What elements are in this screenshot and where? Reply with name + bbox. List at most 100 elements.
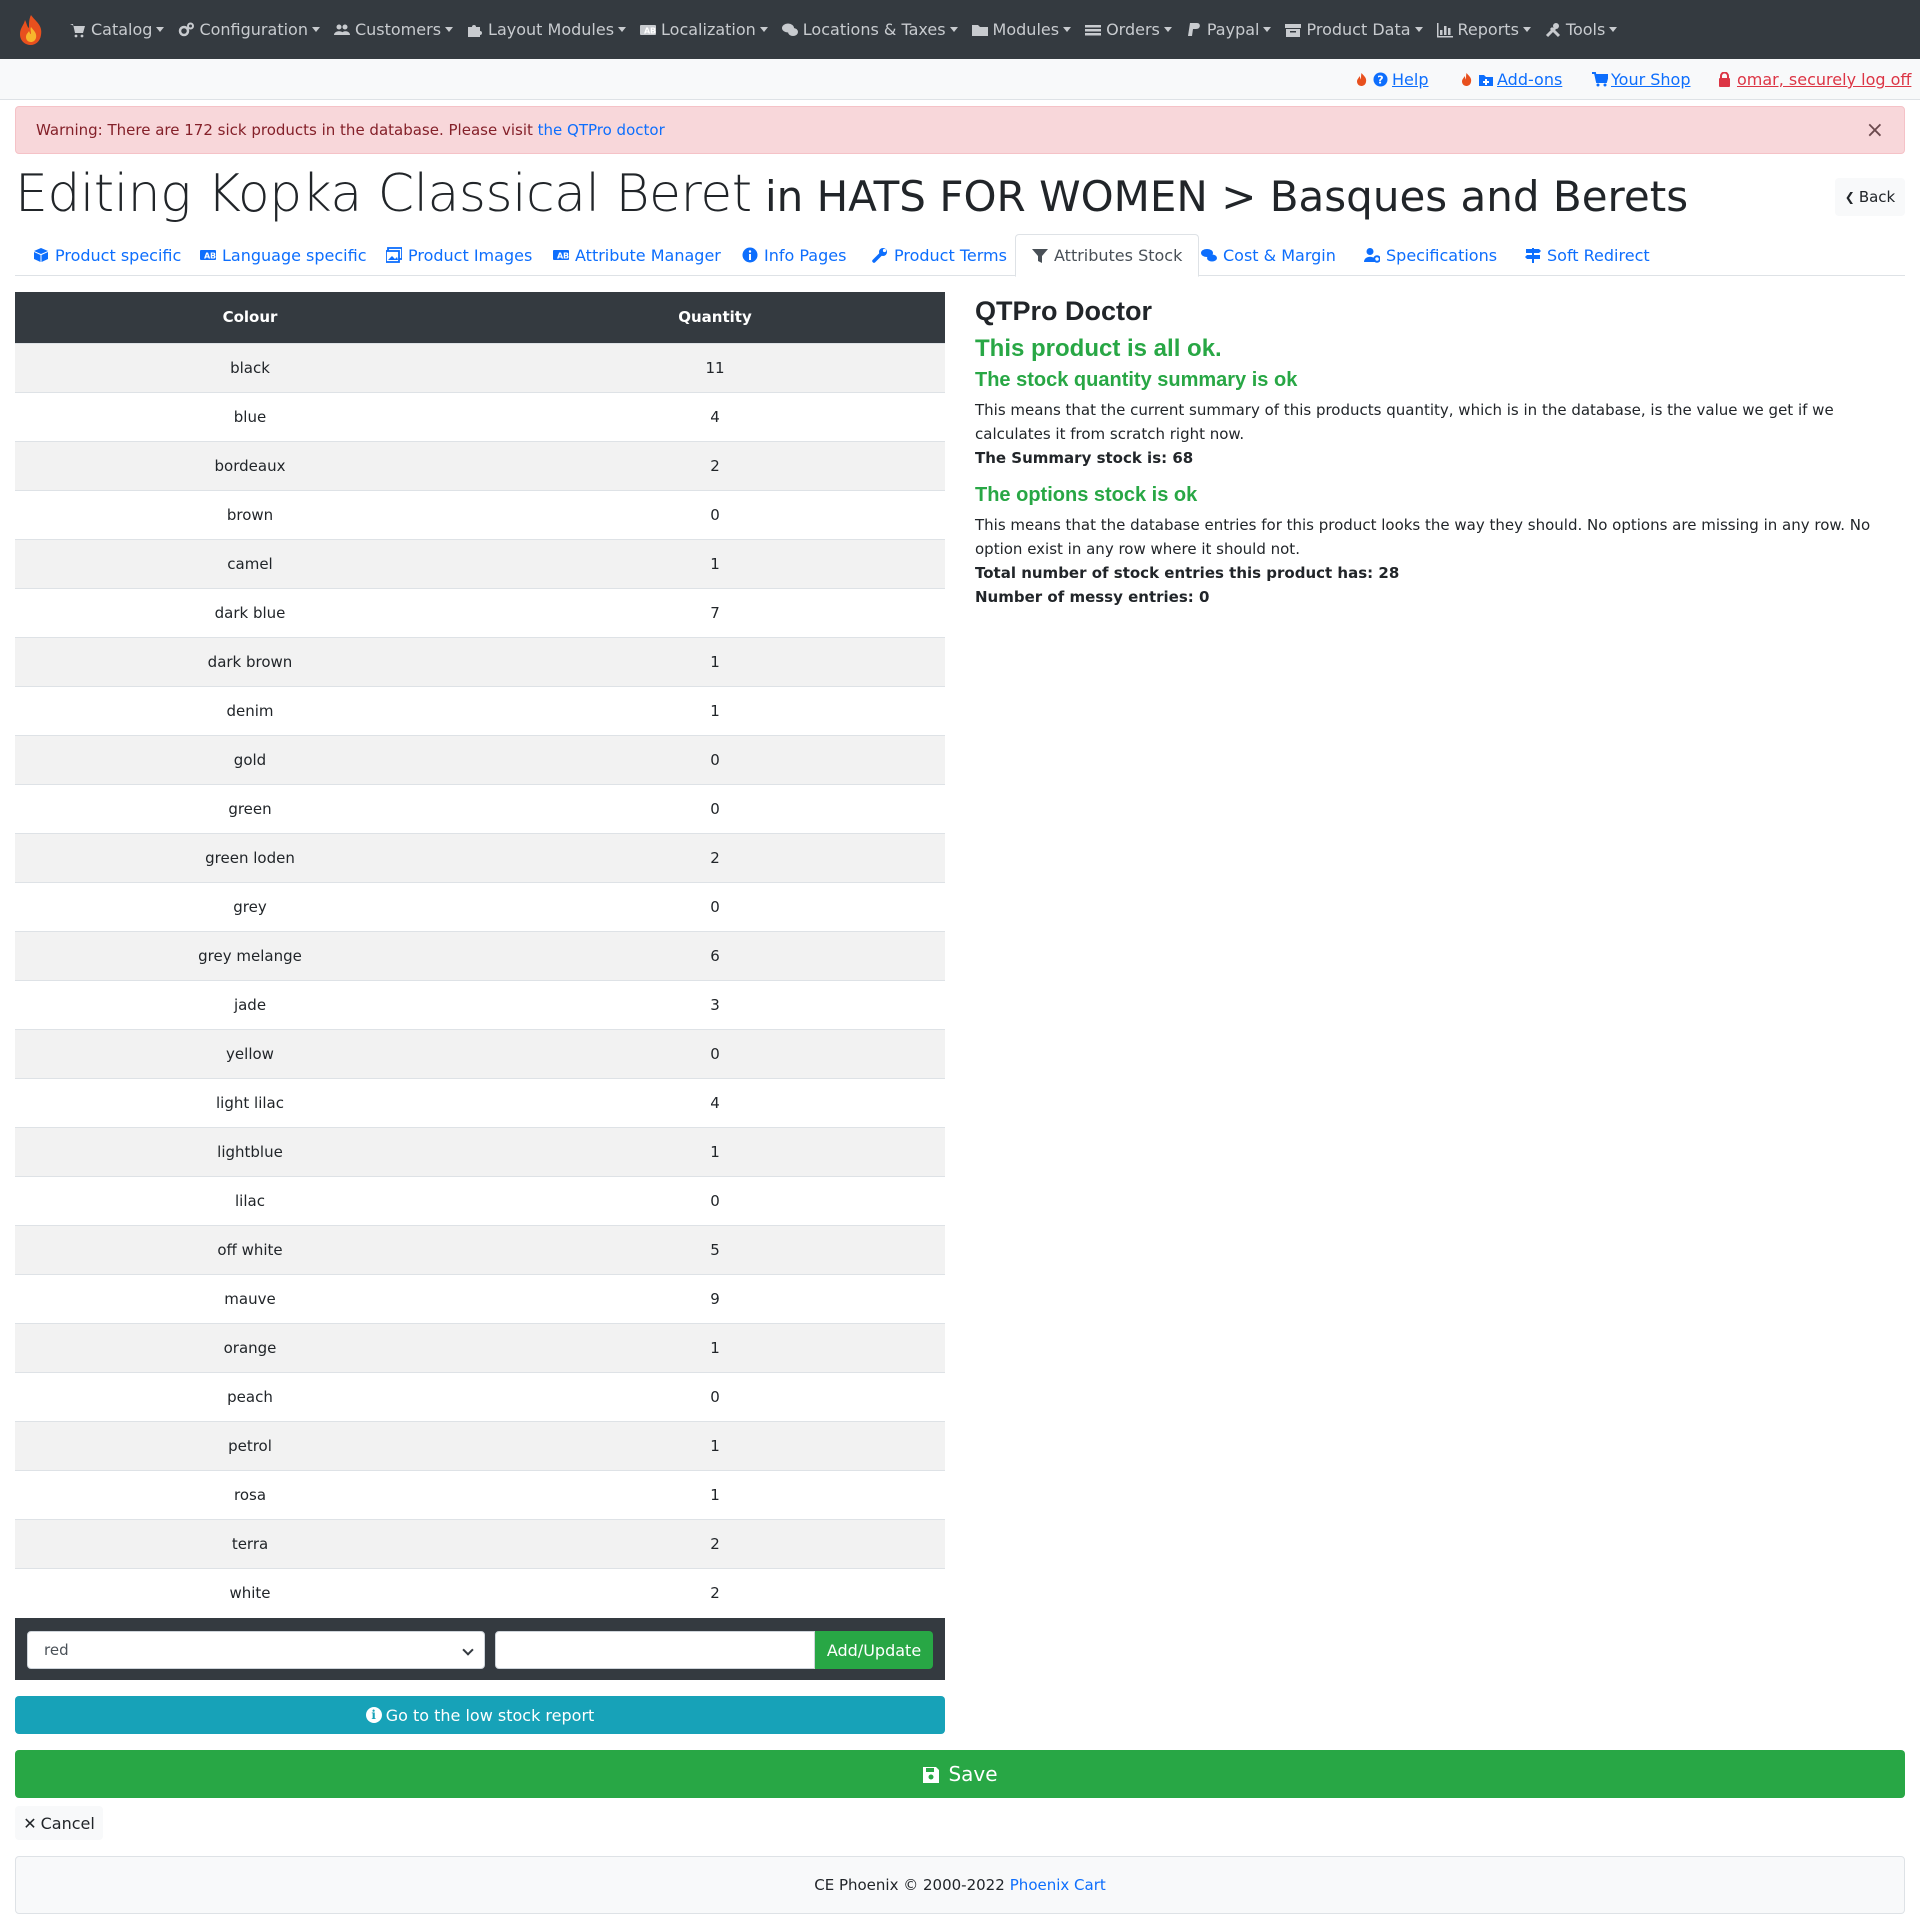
nav-item-modules[interactable]: Modules xyxy=(971,20,1072,39)
qtpro-doctor-link[interactable]: the QTPro doctor xyxy=(538,121,665,139)
tab-attribute-manager[interactable]: A B Attribute Manager xyxy=(553,234,721,276)
options-heading: The options stock is ok xyxy=(975,484,1198,506)
caret-down-icon xyxy=(1609,27,1618,32)
info-icon xyxy=(742,247,758,263)
nav-item-product-data[interactable]: Product Data xyxy=(1285,20,1423,39)
add-update-button[interactable]: Add/Update xyxy=(815,1631,933,1669)
logoff-label: omar, securely log off xyxy=(1737,70,1912,89)
colour-cell: lightblue xyxy=(15,1126,485,1176)
nav-item-configuration[interactable]: Configuration xyxy=(178,20,320,39)
info-circle-icon: i xyxy=(365,1707,382,1723)
nav-item-locations-taxes[interactable]: Locations & Taxes xyxy=(781,20,958,39)
tab-product-images[interactable]: Product Images xyxy=(385,234,532,276)
save-label: Save xyxy=(948,1762,998,1786)
save-button[interactable]: Save xyxy=(15,1750,1905,1798)
table-row: grey melange 6 xyxy=(15,930,945,980)
colour-select-value: red xyxy=(44,1641,69,1659)
options-text: This means that the database entries for… xyxy=(975,516,1871,558)
tab-label: Info Pages xyxy=(764,245,847,265)
summary-heading: The stock quantity summary is ok xyxy=(975,369,1298,391)
add-update-form: red Add/Update xyxy=(15,1618,945,1680)
page-title-category: in HATS FOR WOMEN > Basques and Berets xyxy=(751,172,1689,221)
cancel-label: Cancel xyxy=(40,1813,95,1833)
colour-select[interactable]: red xyxy=(27,1631,485,1669)
colour-cell: light lilac xyxy=(15,1077,485,1127)
nav-item-tools[interactable]: Tools xyxy=(1545,20,1618,39)
quantity-cell: 0 xyxy=(485,783,945,833)
page-title-main: Editing Kopka Classical Beret xyxy=(15,164,752,224)
attributes-stock-table: Colour Quantity black 11 blue 4 bordeaux 2 bro… xyxy=(15,292,945,1617)
table-row: green loden 2 xyxy=(15,832,945,882)
nav-item-label: Locations & Taxes xyxy=(802,20,946,39)
tab-soft-redirect[interactable]: Soft Redirect xyxy=(1525,234,1650,276)
tab-label: Soft Redirect xyxy=(1547,245,1650,265)
caret-down-icon xyxy=(1163,27,1172,32)
list-icon xyxy=(1085,22,1102,38)
low-stock-report-button[interactable]: i Go to the low stock report xyxy=(15,1696,945,1734)
nav-item-customers[interactable]: Customers xyxy=(333,20,454,39)
quantity-cell: 2 xyxy=(485,1518,945,1568)
total-entries: Total number of stock entries this produ… xyxy=(975,564,1400,582)
caret-down-icon xyxy=(1414,27,1423,32)
logoff-link[interactable]: omar, securely log off xyxy=(1718,70,1911,89)
nav-item-layout-modules[interactable]: Layout Modules xyxy=(467,20,627,39)
nav-item-localization[interactable]: A B Localization xyxy=(640,20,768,39)
tab-language-specific[interactable]: A B Language specific xyxy=(200,234,367,276)
tab-label: Attribute Manager xyxy=(575,245,721,265)
caret-down-icon xyxy=(1063,27,1072,32)
svg-text:B: B xyxy=(210,252,216,261)
tab-specifications[interactable]: Specifications xyxy=(1364,234,1497,276)
table-row: yellow 0 xyxy=(15,1028,945,1078)
table-row: blue 4 xyxy=(15,391,945,441)
quantity-cell: 1 xyxy=(485,636,945,686)
quantity-input[interactable] xyxy=(495,1631,815,1669)
close-icon[interactable]: × xyxy=(1866,118,1884,143)
back-button[interactable]: ❮ Back xyxy=(1835,178,1905,216)
colour-cell: green loden xyxy=(15,832,485,882)
tab-cost-margin[interactable]: Cost & Margin xyxy=(1201,234,1336,276)
nav-item-label: Configuration xyxy=(199,20,308,39)
table-row: white 2 xyxy=(15,1567,945,1617)
caret-down-icon xyxy=(1522,27,1531,32)
phoenix-logo-icon[interactable] xyxy=(14,13,48,47)
your-shop-link[interactable]: Your Shop xyxy=(1592,70,1690,89)
footer-text: CE Phoenix © 2000-2022 xyxy=(814,1876,1005,1894)
colour-cell: dark blue xyxy=(15,587,485,637)
tab-label: Cost & Margin xyxy=(1223,245,1336,265)
caret-down-icon xyxy=(156,27,165,32)
quantity-cell: 0 xyxy=(485,881,945,931)
tab-attributes-stock[interactable]: Attributes Stock xyxy=(1015,234,1200,277)
table-row: jade 3 xyxy=(15,979,945,1029)
caret-down-icon xyxy=(618,27,627,32)
phoenix-cart-link[interactable]: Phoenix Cart xyxy=(1010,1876,1106,1894)
tab-label: Product specific xyxy=(55,245,182,265)
nav-item-reports[interactable]: Reports xyxy=(1436,20,1531,39)
table-row: terra 2 xyxy=(15,1518,945,1568)
tab-product-terms[interactable]: Product Terms xyxy=(872,234,1007,276)
tools-icon xyxy=(1545,22,1561,38)
colour-cell: white xyxy=(15,1567,485,1617)
quantity-cell: 6 xyxy=(485,930,945,980)
colour-cell: green xyxy=(15,783,485,833)
nav-item-label: Modules xyxy=(992,20,1060,39)
tab-product-specific[interactable]: Product specific xyxy=(33,234,181,276)
svg-text:B: B xyxy=(650,26,656,35)
nav-item-catalog[interactable]: Catalog xyxy=(70,20,165,39)
colour-cell: denim xyxy=(15,685,485,735)
table-row: black 11 xyxy=(15,342,945,392)
chevron-down-icon xyxy=(462,1644,474,1656)
top-navbar: Catalog Configuration Customers Layout Modu… xyxy=(0,0,1920,59)
cancel-button[interactable]: ✕ Cancel xyxy=(15,1806,103,1840)
colour-cell: mauve xyxy=(15,1273,485,1323)
colour-cell: yellow xyxy=(15,1028,485,1078)
colour-cell: grey melange xyxy=(15,930,485,980)
tab-info-pages[interactable]: Info Pages xyxy=(742,234,846,276)
flame-icon xyxy=(1354,72,1369,87)
help-link[interactable]: ? Help xyxy=(1354,70,1428,89)
page-title: Editing Kopka Classical Beret in HATS FO… xyxy=(15,164,1688,224)
quantity-cell: 11 xyxy=(485,342,945,392)
nav-item-paypal[interactable]: Paypal xyxy=(1186,20,1272,39)
quantity-cell: 1 xyxy=(485,538,945,588)
nav-item-orders[interactable]: Orders xyxy=(1085,20,1172,39)
addons-link[interactable]: Add-ons xyxy=(1459,70,1562,89)
